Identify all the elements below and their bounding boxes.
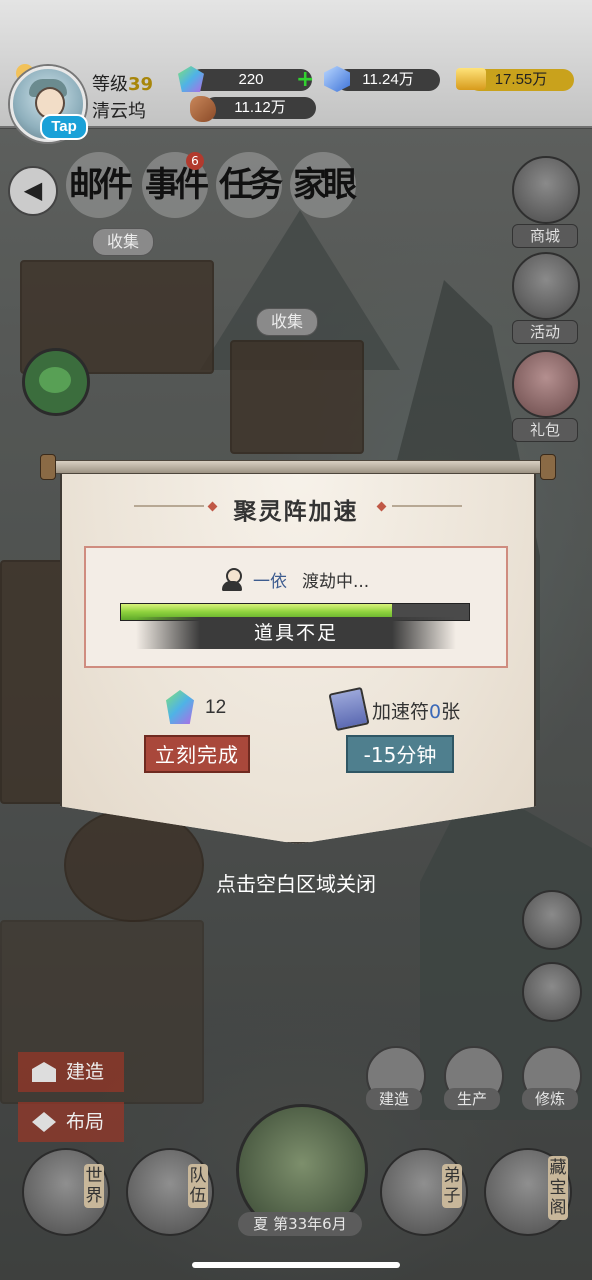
meat-icon [190, 96, 216, 122]
build-icon [32, 1062, 56, 1082]
season: 夏 [253, 1215, 269, 1233]
disciple-name: 一依 [253, 572, 287, 592]
scroll-rod-end-left [40, 454, 56, 480]
back-button[interactable]: ◀ [8, 166, 58, 216]
meat-bar[interactable]: 11.12万 [204, 97, 316, 119]
home-indicator[interactable] [192, 1262, 400, 1268]
scroll-rod [40, 460, 554, 474]
hud-divider [0, 126, 592, 129]
activity-label: 活动 [512, 320, 578, 344]
tab-mail-label: 邮件 [69, 165, 133, 205]
events-badge: 6 [186, 152, 204, 170]
tab-mail[interactable]: 邮件 [66, 152, 133, 218]
level-label-text: 等级 [92, 74, 128, 95]
gift-label: 礼包 [512, 418, 578, 442]
ticket-count: 0 [429, 701, 442, 723]
shop-button[interactable] [512, 156, 580, 224]
tab-family-label: 家眼 [293, 165, 357, 205]
close-hint: 点击空白区域关闭 [216, 872, 376, 896]
gem-cost-value: 12 [205, 697, 227, 718]
gold-value: 17.55万 [494, 71, 548, 88]
season-date: 夏 第33年6月 [238, 1212, 362, 1236]
crystals-value: 11.24万 [362, 71, 414, 88]
activity-button[interactable] [512, 252, 580, 320]
sect-name: 清云坞 [92, 101, 146, 122]
insufficient-items-banner: 道具不足 [136, 617, 456, 649]
build-mode-label: 建造 [66, 1061, 105, 1083]
modal-title: 聚灵阵加速 [233, 498, 359, 525]
tool-produce-label: 生产 [444, 1088, 500, 1110]
disciple-icon [219, 566, 245, 592]
gems-value: 220 [238, 71, 264, 88]
world-label: 世界 [84, 1164, 104, 1208]
ticket-label: 加速符 [372, 701, 430, 723]
gift-button[interactable] [512, 350, 580, 418]
fortune-button[interactable] [522, 890, 582, 950]
title-ornament-right [392, 505, 462, 507]
tab-events-label: 事件 [145, 165, 209, 205]
tap-badge[interactable]: Tap [40, 114, 88, 140]
level-value: 39 [128, 74, 154, 95]
gold-ingot-icon [456, 68, 486, 90]
gems-bar[interactable]: 220 [190, 69, 312, 91]
layout-mode-button[interactable]: 布局 [18, 1102, 124, 1142]
collect-button[interactable]: 收集 [92, 228, 155, 256]
tab-tasks[interactable]: 任务 [216, 152, 283, 218]
build-mode-button[interactable]: 建造 [18, 1052, 124, 1092]
scroll-rod-end-right [540, 454, 556, 480]
ticket-unit: 张 [441, 701, 461, 723]
chat-button[interactable] [22, 348, 90, 416]
tab-tasks-label: 任务 [219, 165, 283, 205]
meat-value: 11.12万 [234, 99, 286, 116]
complete-now-button[interactable]: 立刻完成 [144, 735, 250, 773]
shop-label: 商城 [512, 224, 578, 248]
speedup-15min-button[interactable]: -15分钟 [346, 735, 454, 773]
disciple-status: 渡劫中... [302, 572, 370, 592]
game-date: 第33年6月 [273, 1215, 347, 1233]
tool-build-label: 建造 [366, 1088, 422, 1110]
player-level: 等级39 [92, 70, 153, 96]
chat-bubble-icon [39, 367, 71, 393]
collect-button[interactable]: 收集 [256, 308, 319, 336]
team-label: 队伍 [188, 1164, 208, 1208]
tab-family[interactable]: 家眼 [290, 152, 357, 218]
disciple-label: 弟子 [442, 1164, 462, 1208]
speedup-ticket-count: 加速符0张 [372, 697, 460, 724]
layout-icon [32, 1112, 56, 1132]
layout-mode-label: 布局 [66, 1111, 105, 1133]
add-gems-icon[interactable]: + [296, 69, 314, 91]
treasure-label: 藏宝阁 [548, 1156, 568, 1220]
chat-messages-button[interactable] [522, 962, 582, 1022]
crystals-bar[interactable]: 11.24万 [336, 69, 440, 91]
tool-cultivate-label: 修炼 [522, 1088, 578, 1110]
